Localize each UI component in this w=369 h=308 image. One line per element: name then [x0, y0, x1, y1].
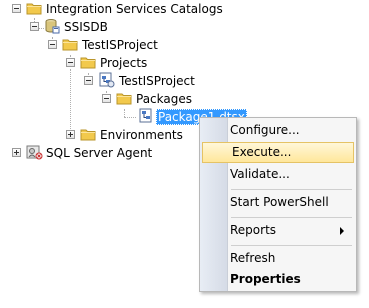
tree-node-project[interactable]: TestISProject — [0, 72, 369, 90]
tree-node-ssisdb[interactable]: SSISDB — [0, 18, 369, 36]
menu-item-reports[interactable]: Reports — [230, 220, 352, 241]
folder-icon — [26, 1, 42, 18]
submenu-arrow-icon — [340, 227, 344, 235]
menu-separator — [231, 217, 352, 218]
package-icon — [138, 108, 154, 127]
tree-node-projects[interactable]: Projects — [0, 54, 369, 72]
folder-icon — [62, 37, 78, 54]
collapse-toggle[interactable] — [84, 76, 93, 85]
tree-node-label: Packages — [136, 92, 192, 106]
tree-node-project-folder[interactable]: TestISProject — [0, 36, 369, 54]
tree-node-label: Projects — [100, 56, 148, 70]
menu-item-configure[interactable]: Configure... — [230, 120, 352, 141]
context-menu: Configure... Execute... Validate... Star… — [199, 117, 357, 292]
folder-icon — [80, 55, 96, 72]
collapse-toggle[interactable] — [30, 22, 39, 31]
menu-item-label: Execute... — [232, 145, 292, 159]
menu-item-label: Configure... — [230, 123, 300, 137]
tree-node-label: TestISProject — [119, 74, 195, 88]
menu-item-start-powershell[interactable]: Start PowerShell — [230, 192, 352, 213]
expand-toggle[interactable] — [12, 148, 21, 157]
collapse-toggle[interactable] — [48, 40, 57, 49]
sql-agent-icon — [26, 144, 43, 163]
tree-node-label: SSISDB — [64, 20, 108, 34]
folder-icon — [116, 91, 132, 108]
collapse-toggle[interactable] — [66, 58, 75, 67]
tree-node-label: Integration Services Catalogs — [46, 2, 223, 16]
menu-separator — [231, 245, 352, 246]
tree-node-label: TestISProject — [82, 38, 158, 52]
tree-node-packages[interactable]: Packages — [0, 90, 369, 108]
menu-item-validate[interactable]: Validate... — [230, 164, 352, 185]
tree-node-catalogs[interactable]: Integration Services Catalogs — [0, 0, 369, 18]
folder-icon — [80, 127, 96, 144]
collapse-toggle[interactable] — [102, 94, 111, 103]
menu-item-label: Validate... — [230, 167, 290, 181]
menu-separator — [231, 189, 352, 190]
tree-node-label: Environments — [100, 128, 183, 142]
menu-item-label: Reports — [230, 223, 277, 237]
menu-item-execute[interactable]: Execute... — [202, 142, 354, 163]
tree-node-label: SQL Server Agent — [46, 146, 153, 160]
expand-toggle[interactable] — [66, 130, 75, 139]
menu-item-label: Refresh — [230, 251, 276, 265]
menu-item-label: Properties — [230, 272, 301, 286]
menu-item-label: Start PowerShell — [230, 195, 329, 209]
collapse-toggle[interactable] — [12, 4, 21, 13]
project-icon — [98, 72, 115, 91]
menu-item-refresh[interactable]: Refresh — [230, 248, 352, 269]
database-icon — [44, 18, 60, 37]
menu-item-properties[interactable]: Properties — [230, 269, 352, 290]
